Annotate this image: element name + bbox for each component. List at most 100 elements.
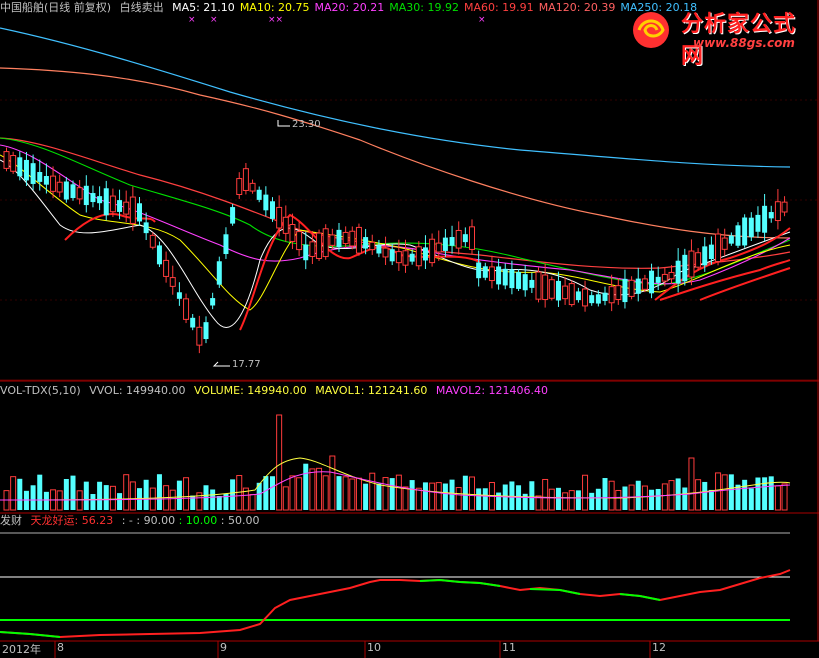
candle-body — [608, 286, 615, 304]
volume-value: VOLUME: 149940.00 — [194, 384, 307, 397]
candle-body — [762, 205, 768, 233]
volume-bar — [316, 467, 323, 511]
candle-body — [462, 234, 468, 243]
indicator-name: 发财 — [0, 514, 22, 527]
logo-swirl-icon — [633, 12, 669, 48]
ma-legend-item: MA20: 20.21 — [314, 1, 385, 14]
candle-body — [10, 155, 17, 172]
candle-body — [256, 189, 262, 200]
price-grid — [0, 99, 818, 301]
volume-bar — [582, 474, 589, 511]
candle-body — [156, 245, 162, 265]
candle-body — [675, 260, 681, 284]
candle-body — [768, 212, 774, 219]
candle-body — [270, 201, 275, 219]
volume-header-bar: VOL-TDX(5,10) VVOL: 149940.00 VOLUME: 14… — [0, 383, 553, 399]
price-header-bar: 中国船舶(日线 前复权) 白线卖出 MA5: 21.10 MA10: 20.75 M… — [0, 0, 707, 16]
volume-bar — [422, 482, 428, 510]
candle-body — [363, 237, 369, 249]
candle-body — [548, 279, 555, 299]
volume-bar — [615, 489, 622, 511]
candle-body — [376, 245, 382, 254]
volume-indicator-name: VOL-TDX(5,10) — [0, 384, 81, 397]
candle-body — [628, 279, 635, 297]
candle-body — [63, 181, 69, 200]
volume-bar — [415, 487, 422, 511]
volume-bar — [655, 488, 661, 510]
volume-bar — [376, 483, 382, 510]
candle-body — [395, 251, 402, 264]
volume-bar — [608, 480, 615, 511]
date-label-dec: 12 — [652, 641, 666, 654]
volume-bar — [43, 491, 49, 510]
volume-bar — [762, 477, 768, 510]
volume-bar — [389, 478, 395, 510]
volume-bar — [455, 487, 462, 511]
volume-bar — [76, 490, 83, 511]
candle-body — [43, 176, 49, 185]
ma-legend-item: MA10: 20.75 — [239, 1, 310, 14]
volume-bar — [476, 488, 482, 510]
candle-body — [276, 206, 283, 229]
volume-bar — [542, 478, 549, 511]
candle-body — [223, 234, 229, 255]
candle-body — [129, 196, 136, 224]
ma-legend-item: MA5: 21.10 — [172, 1, 235, 14]
candle-body — [568, 283, 575, 306]
candle-body — [449, 237, 455, 246]
candle-body — [183, 298, 190, 320]
candle-body — [149, 234, 156, 248]
candle-body — [708, 244, 714, 259]
volume-bar — [649, 489, 655, 510]
stock-chart-canvas[interactable]: × × ×× × — [0, 0, 819, 658]
volume-bar — [462, 475, 468, 510]
candle-body — [389, 249, 395, 262]
svg-text:×: × — [188, 15, 196, 25]
volume-bar — [83, 481, 89, 510]
volume-bar — [342, 476, 349, 511]
candle-body — [529, 279, 535, 288]
candle-body — [469, 226, 475, 250]
volume-bar — [575, 490, 581, 510]
candle-body — [641, 278, 648, 290]
volume-bar — [529, 481, 535, 510]
candle-body — [322, 228, 329, 258]
candle-body — [37, 172, 43, 182]
date-label-year: 2012年 — [2, 643, 41, 656]
site-logo: 分析家公式网 www.88gs.com — [625, 4, 815, 69]
candle-body — [50, 175, 57, 192]
tianlong-haoyun-green-segments — [0, 578, 661, 638]
candle-body — [661, 273, 668, 282]
candle-body — [668, 271, 675, 280]
candle-body — [455, 229, 462, 249]
volume-bar — [349, 478, 356, 511]
volume-bar — [63, 478, 69, 510]
date-label-nov: 11 — [502, 641, 516, 654]
candle-body — [336, 229, 342, 248]
volume-bar — [289, 475, 296, 511]
candle-body — [163, 259, 170, 277]
candle-body — [589, 295, 595, 304]
tianlong-haoyun-line — [0, 569, 791, 639]
date-label-oct: 10 — [367, 641, 381, 654]
ma5-line — [0, 159, 791, 328]
volume-bar — [661, 483, 668, 511]
candle-body — [109, 195, 116, 213]
candle-body — [582, 288, 589, 307]
volume-bar — [109, 485, 116, 511]
volume-bar — [768, 476, 774, 510]
volume-bar — [562, 492, 569, 511]
candle-body — [435, 242, 442, 253]
volume-bar — [721, 474, 728, 511]
candle-body — [90, 193, 96, 203]
volume-bar — [123, 474, 130, 511]
candle-body — [263, 194, 269, 211]
candle-body — [123, 201, 130, 215]
svg-text:×: × — [210, 15, 218, 25]
candle-body — [329, 234, 336, 246]
candle-body — [695, 252, 702, 268]
volume-bar — [641, 485, 648, 511]
candle-body — [476, 262, 482, 279]
candle-body — [303, 244, 309, 261]
volume-bar — [402, 486, 409, 511]
